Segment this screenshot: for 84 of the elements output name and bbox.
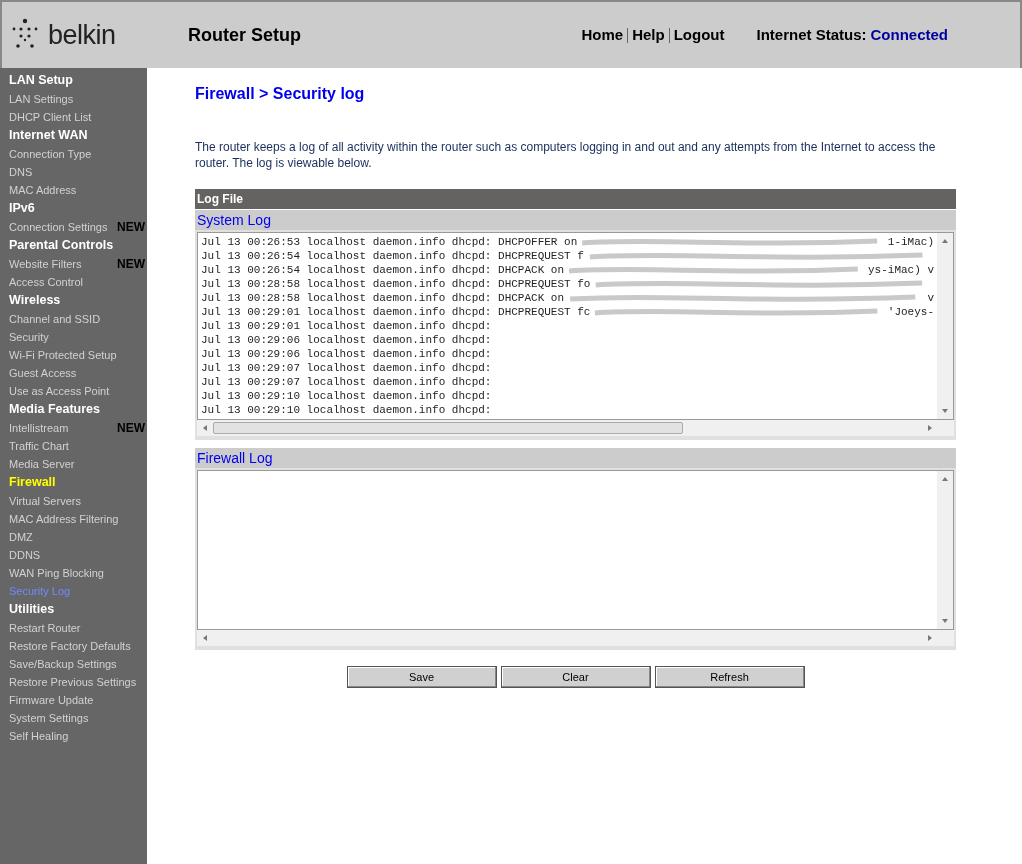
arrow-left-icon[interactable] — [201, 634, 209, 642]
sidebar-link[interactable]: Channel and SSID — [9, 310, 101, 328]
action-button[interactable]: Refresh — [654, 666, 805, 688]
log-line: Jul 13 00:29:01 localhost daemon.info dhcpd: DHCPREQUEST fc — [201, 305, 591, 319]
intro-text: The router keeps a log of all activity within the router such as computers logging in and out and any attempts from the Internet to access the router. The log is viewable below. — [195, 139, 937, 171]
sidebar-link[interactable]: Security — [9, 328, 49, 346]
sidebar-heading[interactable]: Firewall — [9, 473, 56, 492]
sidebar-link[interactable]: Traffic Chart — [9, 437, 69, 455]
arrow-up-icon[interactable] — [941, 475, 949, 483]
horizontal-scrollbar[interactable] — [197, 420, 954, 436]
sidebar-link[interactable]: MAC Address Filtering — [9, 510, 119, 528]
log-line: Jul 13 00:26:53 localhost daemon.info dhcpd: DHCPOFFER on — [201, 235, 578, 249]
arrow-right-icon[interactable] — [926, 634, 934, 642]
sidebar-link[interactable]: Connection Settings — [9, 218, 108, 236]
sidebar-link[interactable]: Guest Access — [9, 364, 77, 382]
sidebar-link[interactable]: System Settings — [9, 709, 89, 727]
log-line: Jul 13 00:29:07 localhost daemon.info dhcpd: — [201, 361, 492, 375]
sidebar-link[interactable]: Restore Factory Defaults — [9, 637, 131, 655]
log-line: Jul 13 00:29:10 localhost daemon.info dhcpd: — [201, 389, 492, 403]
horizontal-scrollbar[interactable] — [197, 630, 954, 646]
log-line: Jul 13 00:29:07 localhost daemon.info dhcpd: — [201, 375, 492, 389]
vertical-scrollbar[interactable] — [937, 233, 953, 419]
sidebar-link[interactable]: Access Control — [9, 273, 83, 291]
status-label: Internet Status: — [756, 24, 867, 45]
log-title: System Log — [195, 210, 956, 230]
logo: belkin — [48, 18, 116, 52]
arrow-down-icon[interactable] — [941, 617, 949, 625]
sidebar-link[interactable]: Self Healing — [9, 727, 69, 745]
sidebar-link[interactable]: Media Server — [9, 455, 75, 473]
log-line-end: ys-iMac) v — [868, 263, 934, 277]
sidebar-heading[interactable]: Utilities — [9, 600, 55, 619]
arrow-down-icon[interactable] — [941, 407, 949, 415]
page-title: Router Setup — [188, 23, 301, 47]
log-line: Jul 13 00:28:58 localhost daemon.info dhcpd: DHCPREQUEST fo — [201, 277, 591, 291]
nav-link[interactable]: Logout — [673, 23, 725, 47]
log-area[interactable] — [197, 232, 954, 420]
status-value: Connected — [870, 24, 948, 45]
sidebar-link[interactable]: DMZ — [9, 528, 33, 546]
log-line: Jul 13 00:29:06 localhost daemon.info dhcpd: — [201, 347, 492, 361]
nav-link[interactable]: Home — [581, 23, 624, 47]
sidebar-link[interactable]: Virtual Servers — [9, 492, 81, 510]
arrow-up-icon[interactable] — [941, 237, 949, 245]
sidebar-link[interactable]: MAC Address — [9, 181, 77, 199]
log-line: Jul 13 00:29:06 localhost daemon.info dhcpd: — [201, 333, 492, 347]
sidebar-heading[interactable]: Media Features — [9, 400, 100, 419]
new-label: NEW — [117, 256, 145, 273]
new-label: NEW — [117, 420, 145, 437]
log-line: Jul 13 00:26:54 localhost daemon.info dhcpd: DHCPACK on — [201, 263, 565, 277]
sidebar-link[interactable]: LAN Settings — [9, 90, 74, 108]
sidebar-link[interactable]: WAN Ping Blocking — [9, 564, 104, 582]
log-line: Jul 13 00:29:01 localhost daemon.info dhcpd: — [201, 319, 492, 333]
sidebar-link[interactable]: DNS — [9, 163, 33, 181]
log-line: Jul 13 00:26:54 localhost daemon.info dhcpd: DHCPREQUEST f — [201, 249, 584, 263]
sidebar-link[interactable]: Website Filters — [9, 255, 82, 273]
sidebar-heading[interactable]: IPv6 — [9, 199, 35, 218]
log-line: Jul 13 00:29:10 localhost daemon.info dhcpd: — [201, 403, 492, 417]
log-line-end: v — [927, 291, 934, 305]
nav-link[interactable]: Help — [632, 23, 665, 47]
sidebar-link[interactable]: Save/Backup Settings — [9, 655, 117, 673]
sidebar-heading[interactable]: Parental Controls — [9, 236, 114, 255]
sidebar-link[interactable]: DHCP Client List — [9, 108, 92, 126]
sidebar-link[interactable]: Firmware Update — [9, 691, 94, 709]
sidebar-heading[interactable]: Wireless — [9, 291, 61, 310]
log-title: Firewall Log — [195, 448, 956, 468]
log-line: Jul 13 00:28:58 localhost daemon.info dhcpd: DHCPACK on — [201, 291, 565, 305]
log-line-end: 'Joeys- — [887, 305, 934, 319]
vertical-scrollbar[interactable] — [937, 471, 953, 629]
sidebar-link[interactable]: Use as Access Point — [9, 382, 110, 400]
sidebar-link[interactable]: Restore Previous Settings — [9, 673, 137, 691]
action-button[interactable]: Clear — [500, 666, 651, 688]
sidebar-heading[interactable]: LAN Setup — [9, 71, 73, 90]
arrow-left-icon[interactable] — [201, 424, 209, 432]
sidebar-link[interactable]: Connection Type — [9, 145, 92, 163]
sidebar-link[interactable]: Wi-Fi Protected Setup — [9, 346, 117, 364]
arrow-right-icon[interactable] — [926, 424, 934, 432]
sidebar-link[interactable]: Intellistream — [9, 419, 69, 437]
action-button[interactable]: Save — [346, 666, 497, 688]
breadcrumb-title: Firewall > Security log — [195, 84, 366, 104]
log-line-end: 1-iMac) — [887, 235, 934, 249]
new-label: NEW — [117, 219, 145, 236]
sidebar-heading[interactable]: Internet WAN — [9, 126, 88, 145]
section-header: Log File — [195, 189, 956, 209]
sidebar-link[interactable]: DDNS — [9, 546, 41, 564]
sidebar-link[interactable]: Restart Router — [9, 619, 81, 637]
